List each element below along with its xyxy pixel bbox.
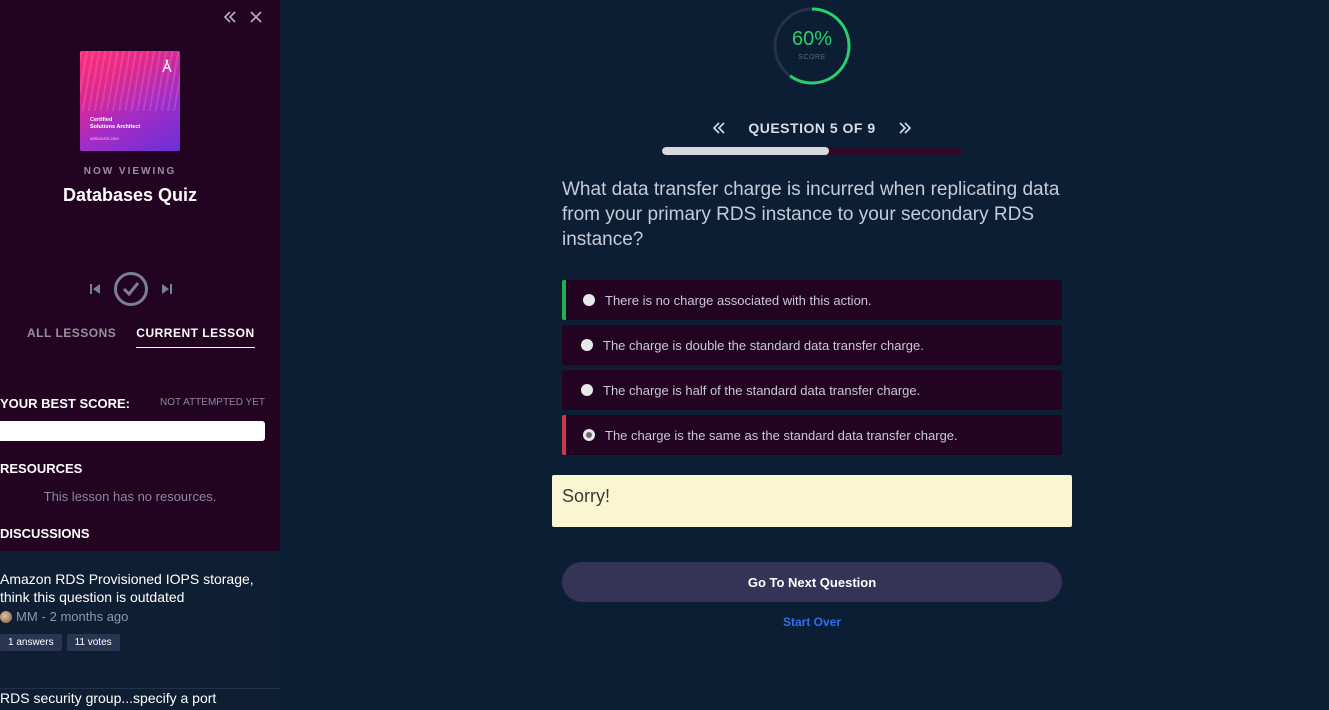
app: Certified Solutions Architect ASSOCIATE …: [0, 0, 1329, 710]
best-score-value: NOT ATTEMPTED YET: [159, 397, 265, 408]
discussion-meta: MM - 2 months ago: [0, 609, 280, 624]
discussion-item[interactable]: RDS security group...specify a port: [0, 689, 280, 707]
radio-button[interactable]: [583, 429, 595, 441]
now-viewing-label: NOW VIEWING: [83, 166, 177, 177]
answer-option-text: There is no charge associated with this …: [605, 292, 872, 308]
question-navigation: QUESTION 5 OF 9: [710, 118, 914, 138]
lesson-player-controls: [86, 272, 176, 306]
next-lesson-icon[interactable]: [158, 280, 176, 298]
sidebar-top: Certified Solutions Architect ASSOCIATE …: [0, 0, 280, 551]
next-question-icon[interactable]: [896, 118, 914, 138]
score-label: SCORE: [798, 54, 826, 61]
cover-subtitle: ASSOCIATE 2019: [90, 137, 119, 141]
answer-option-text: The charge is the same as the standard d…: [605, 427, 958, 443]
answer-option[interactable]: There is no charge associated with this …: [562, 280, 1062, 320]
radio-button[interactable]: [581, 339, 593, 351]
sidebar: Certified Solutions Architect ASSOCIATE …: [0, 0, 280, 710]
answers-badge: 1 answers: [0, 634, 62, 651]
discussion-list: Amazon RDS Provisioned IOPS storage, thi…: [0, 551, 280, 710]
next-question-button[interactable]: Go To Next Question: [562, 562, 1062, 602]
brand-logo-icon: [162, 59, 172, 76]
close-icon[interactable]: [248, 8, 264, 26]
previous-question-icon[interactable]: [710, 118, 728, 138]
sidebar-controls: [222, 8, 264, 26]
course-cover: Certified Solutions Architect ASSOCIATE …: [80, 51, 180, 151]
question-progress-bar: [662, 147, 962, 155]
resources-heading: RESOURCES: [0, 461, 83, 476]
previous-lesson-icon[interactable]: [86, 280, 104, 298]
radio-button[interactable]: [581, 384, 593, 396]
avatar: [0, 610, 12, 623]
answer-option[interactable]: The charge is the same as the standard d…: [562, 415, 1062, 455]
checkmark-icon: [122, 282, 140, 297]
discussion-title[interactable]: RDS security group...specify a port: [0, 689, 270, 707]
discussion-title[interactable]: Amazon RDS Provisioned IOPS storage, thi…: [0, 570, 270, 606]
quiz-main: 60% SCORE QUESTION 5 OF 9 What data tran…: [280, 0, 1329, 710]
cover-title: Certified Solutions Architect: [90, 117, 140, 130]
question-counter: QUESTION 5 OF 9: [748, 120, 876, 136]
votes-badge: 11 votes: [66, 634, 120, 651]
radio-button[interactable]: [583, 294, 595, 306]
question-progress-fill: [662, 147, 829, 155]
discussion-item[interactable]: Amazon RDS Provisioned IOPS storage, thi…: [0, 570, 280, 689]
lesson-tabs: ALL LESSONS CURRENT LESSON: [27, 326, 255, 348]
answer-option-text: The charge is double the standard data t…: [603, 337, 924, 353]
score-ring: 60% SCORE: [772, 6, 852, 86]
lesson-title: Databases Quiz: [62, 185, 198, 205]
answer-option-text: The charge is half of the standard data …: [603, 382, 921, 398]
best-score-label: YOUR BEST SCORE:: [0, 396, 131, 411]
discussion-badges: 1 answers 11 votes: [0, 634, 280, 651]
start-over-link[interactable]: Start Over: [562, 615, 1062, 629]
resources-empty-text: This lesson has no resources.: [43, 489, 217, 504]
tab-all-lessons[interactable]: ALL LESSONS: [27, 326, 116, 348]
discussions-heading: DISCUSSIONS: [0, 526, 90, 541]
answer-option[interactable]: The charge is half of the standard data …: [562, 370, 1062, 410]
discussion-author: MM: [16, 609, 38, 624]
answer-option[interactable]: The charge is double the standard data t…: [562, 325, 1062, 365]
collapse-sidebar-icon[interactable]: [222, 8, 238, 26]
feedback-box: Sorry!: [552, 475, 1072, 527]
discussion-time: - 2 months ago: [41, 609, 129, 624]
score-value: 60%: [791, 28, 833, 50]
complete-lesson-button[interactable]: [114, 272, 148, 306]
tab-current-lesson[interactable]: CURRENT LESSON: [136, 326, 255, 348]
question-text: What data transfer charge is incurred wh…: [562, 179, 1060, 250]
best-score-bar: [0, 421, 265, 441]
cover-title-line2: Solutions Architect: [90, 123, 141, 130]
